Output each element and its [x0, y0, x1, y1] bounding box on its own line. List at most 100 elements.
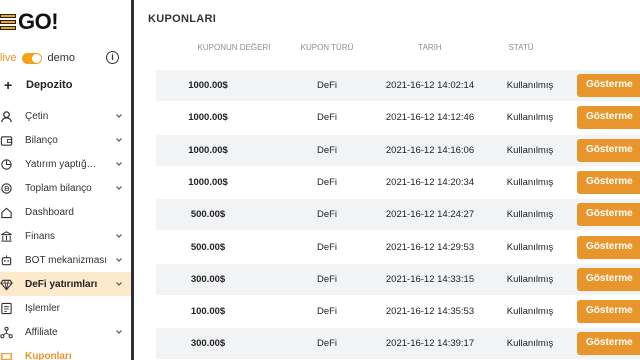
coupon-type: DeFi [316, 112, 338, 124]
column-header-date: TARIH [418, 43, 442, 52]
coupon-status: Kullanılmış [506, 306, 554, 318]
coupon-value: 1000.00$ [188, 144, 228, 156]
page-title: KUPONLARI [148, 13, 217, 25]
info-icon[interactable]: i [106, 51, 119, 64]
chevron-down-icon [115, 160, 123, 168]
live-label: live [0, 52, 17, 64]
coin-icon [0, 182, 22, 195]
bank-icon [0, 230, 22, 243]
coupon-type: DeFi [316, 338, 338, 350]
coupon-date: 2021-16-12 14:16:06 [385, 144, 475, 156]
coupon-type: DeFi [316, 80, 338, 91]
coupon-value: 1000.00$ [188, 112, 228, 124]
column-header-status: STATÜ [508, 43, 534, 52]
sidebar-nav: Çetin Bilanço Yatırım yaptığ… Toplam bilanç… [0, 104, 131, 360]
table-row: 100.00$ DeFi 2021-16-12 14:35:53 Kullanılmı… [156, 296, 640, 327]
coupon-value: 500.00$ [190, 209, 226, 221]
show-coupon-button[interactable]: Gösterme [577, 235, 640, 259]
sidebar-item-label: Toplam bilanço [25, 182, 92, 194]
coupon-date: 2021-16-12 14:29:53 [385, 241, 475, 253]
show-coupon-button[interactable]: Gösterme [577, 74, 640, 97]
sidebar-item-5[interactable]: Dashboard [0, 200, 131, 224]
table-row: 1000.00$ DeFi 2021-16-12 14:16:06 Kullanılm… [156, 134, 640, 166]
sidebar-item-label: Bilanço [25, 134, 58, 146]
coupon-date: 2021-16-12 14:12:46 [385, 112, 475, 124]
coupon-type: DeFi [316, 273, 338, 285]
coupon-value: 500.00$ [190, 241, 226, 253]
coupon-status: Kullanılmış [506, 112, 554, 124]
chevron-down-icon [115, 112, 123, 120]
coupon-date: 2021-16-12 14:02:14 [385, 80, 475, 91]
sidebar-item-label: Finans [25, 230, 56, 242]
coupon-status: Kullanılmış [506, 338, 554, 350]
plus-icon: + [4, 77, 13, 93]
sidebar-item-3[interactable]: Yatırım yaptığ… [0, 152, 131, 176]
live-demo-toggle[interactable] [21, 52, 42, 64]
logo-text: GO! [18, 9, 59, 34]
sidebar-item-label: Affiliate [25, 326, 58, 338]
sidebar-item-label: Çetin [25, 110, 49, 122]
wallet-icon [0, 134, 22, 147]
show-coupon-button[interactable]: Gösterme [577, 300, 640, 324]
home-icon [0, 206, 22, 219]
sidebar-item-11[interactable]: Kuponları [0, 344, 131, 360]
coupon-date: 2021-16-12 14:24:27 [385, 209, 475, 221]
mode-switch-row: live demo i [0, 50, 131, 66]
sidebar-item-2[interactable]: Bilanço [0, 128, 131, 152]
sidebar-item-10[interactable]: Affiliate [0, 320, 131, 344]
sidebar-item-8[interactable]: DeFi yatırımları [0, 272, 131, 296]
show-coupon-button[interactable]: Gösterme [577, 332, 640, 356]
column-header-type: KUPON TÜRÜ [300, 43, 354, 52]
show-coupon-button[interactable]: Gösterme [577, 106, 640, 130]
list-icon [0, 302, 22, 315]
coupon-value: 1000.00$ [188, 176, 228, 188]
coupon-type: DeFi [316, 241, 338, 253]
coupon-value: 300.00$ [190, 273, 226, 285]
coupon-date: 2021-16-12 14:20:34 [385, 176, 475, 188]
coupon-value: 1000.00$ [188, 80, 228, 91]
sidebar-item-1[interactable]: Çetin [0, 104, 131, 128]
main-content: KUPONLARI KUPONUN DEĞERI KUPON TÜRÜ TARI… [134, 0, 640, 360]
coupon-type: DeFi [316, 176, 338, 188]
sidebar-item-label: BOT mekanizması [25, 254, 108, 266]
coupon-value: 100.00$ [190, 306, 226, 318]
sidebar-item-label: DeFi yatırımları [25, 278, 98, 290]
coupon-date: 2021-16-12 14:33:15 [385, 273, 475, 285]
diamond-icon [0, 278, 22, 291]
deposit-button[interactable]: + Depozito [0, 76, 131, 94]
deposit-label: Depozito [26, 79, 73, 91]
coupon-status: Kullanılmış [506, 241, 554, 253]
table-row: 1000.00$ DeFi 2021-16-12 14:12:46 Kullanılm… [156, 102, 640, 133]
chevron-down-icon [115, 184, 123, 192]
table-row: 500.00$ DeFi 2021-16-12 14:24:27 Kullanılmı… [156, 199, 640, 231]
sidebar-item-9[interactable]: İşlemler [0, 296, 131, 320]
chevron-down-icon [115, 280, 123, 288]
sidebar-item-label: İşlemler [25, 302, 61, 314]
table-row: 300.00$ DeFi 2021-16-12 14:33:15 Kullanılmı… [156, 263, 640, 295]
show-coupon-button[interactable]: Gösterme [577, 170, 640, 194]
coupon-date: 2021-16-12 14:35:53 [385, 306, 475, 318]
coupon-status: Kullanılmış [506, 144, 554, 156]
coupon-value: 300.00$ [190, 338, 226, 350]
table-row: 500.00$ DeFi 2021-16-12 14:29:53 Kullanılmı… [156, 232, 640, 263]
sidebar-item-4[interactable]: Toplam bilanço [0, 176, 131, 200]
show-coupon-button[interactable]: Gösterme [577, 203, 640, 227]
ticket-icon [0, 350, 22, 360]
demo-label: demo [47, 52, 76, 64]
coupon-status: Kullanılmış [506, 176, 554, 188]
coupon-type: DeFi [316, 209, 338, 221]
logo[interactable]: GO! [0, 8, 59, 36]
coupon-status: Kullanılmış [506, 80, 554, 91]
table-row: 300.00$ DeFi 2021-16-12 14:39:17 Kullanılmı… [156, 328, 640, 360]
sidebar: GO! live demo i + Depozito Çetin Bilanço Y… [0, 0, 131, 360]
coupon-status: Kullanılmış [506, 209, 554, 221]
chevron-down-icon [115, 256, 123, 264]
chevron-down-icon [115, 232, 123, 240]
coupon-date: 2021-16-12 14:39:17 [385, 338, 475, 350]
sidebar-item-6[interactable]: Finans [0, 224, 131, 248]
show-coupon-button[interactable]: Gösterme [577, 267, 640, 291]
show-coupon-button[interactable]: Gösterme [577, 138, 640, 162]
table-row: 1000.00$ DeFi 2021-16-12 14:02:14 Kullanılm… [156, 70, 640, 101]
sidebar-item-7[interactable]: BOT mekanizması [0, 248, 131, 272]
column-header-value: KUPONUN DEĞERI [197, 43, 271, 52]
